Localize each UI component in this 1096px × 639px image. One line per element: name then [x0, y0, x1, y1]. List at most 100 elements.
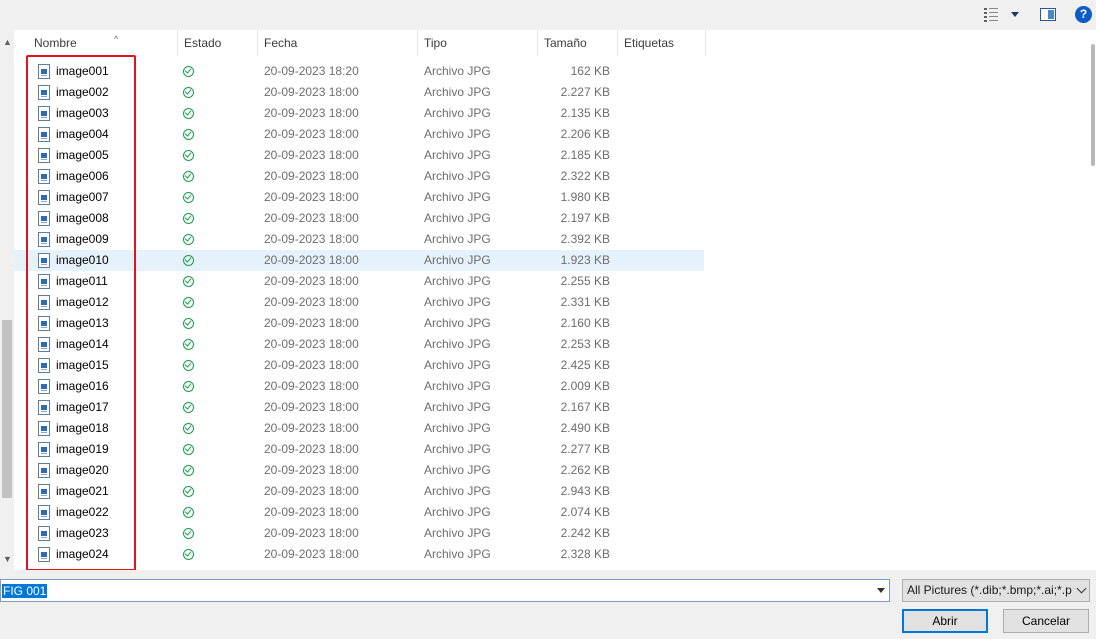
- file-name: image014: [56, 337, 109, 351]
- right-scrollbar[interactable]: [1089, 30, 1096, 570]
- scrollbar-thumb[interactable]: [1091, 44, 1095, 166]
- file-name: image009: [56, 232, 109, 246]
- file-date: 20-09-2023 18:00: [264, 379, 359, 393]
- chevron-down-icon[interactable]: [877, 588, 885, 593]
- file-size: 2.392 KB: [560, 232, 610, 246]
- sync-ok-icon: [183, 507, 194, 518]
- file-row[interactable]: image007 20-09-2023 18:00 Archivo JPG 1.980…: [14, 187, 704, 208]
- file-row[interactable]: image015 20-09-2023 18:00 Archivo JPG 2.425…: [14, 355, 704, 376]
- file-row[interactable]: image004 20-09-2023 18:00 Archivo JPG 2.206…: [14, 124, 704, 145]
- file-row[interactable]: image014 20-09-2023 18:00 Archivo JPG 2.253…: [14, 334, 704, 355]
- sync-ok-icon: [183, 318, 194, 329]
- file-date: 20-09-2023 18:00: [264, 295, 359, 309]
- file-row[interactable]: image010 20-09-2023 18:00 Archivo JPG 1.923…: [14, 250, 704, 271]
- column-header-size[interactable]: Tamaño: [538, 30, 618, 56]
- file-name: image024: [56, 547, 109, 561]
- sort-ascending-icon: ^: [114, 34, 119, 44]
- file-size: 2.253 KB: [560, 337, 610, 351]
- chevron-down-icon[interactable]: [1011, 12, 1019, 17]
- file-date: 20-09-2023 18:00: [264, 106, 359, 120]
- view-options-button[interactable]: [984, 7, 1020, 23]
- file-row[interactable]: image008 20-09-2023 18:00 Archivo JPG 2.197…: [14, 208, 704, 229]
- preview-pane-icon[interactable]: [1040, 8, 1056, 21]
- file-row[interactable]: image003 20-09-2023 18:00 Archivo JPG 2.135…: [14, 103, 704, 124]
- file-row[interactable]: image023 20-09-2023 18:00 Archivo JPG 2.242…: [14, 523, 704, 544]
- file-size: 2.943 KB: [560, 484, 610, 498]
- sync-ok-icon: [183, 234, 194, 245]
- file-date: 20-09-2023 18:00: [264, 484, 359, 498]
- file-row[interactable]: image006 20-09-2023 18:00 Archivo JPG 2.322…: [14, 166, 704, 187]
- scroll-down-icon[interactable]: ▼: [3, 554, 12, 564]
- file-name: image003: [56, 106, 109, 120]
- file-row[interactable]: image011 20-09-2023 18:00 Archivo JPG 2.255…: [14, 271, 704, 292]
- file-row[interactable]: image020 20-09-2023 18:00 Archivo JPG 2.262…: [14, 460, 704, 481]
- image-file-icon: [38, 106, 50, 121]
- sync-ok-icon: [183, 213, 194, 224]
- file-name: image020: [56, 463, 109, 477]
- file-name: image016: [56, 379, 109, 393]
- file-size: 1.980 KB: [560, 190, 610, 204]
- file-type: Archivo JPG: [424, 232, 491, 246]
- filename-input[interactable]: FIG 001: [0, 579, 890, 602]
- file-row[interactable]: image021 20-09-2023 18:00 Archivo JPG 2.943…: [14, 481, 704, 502]
- file-row[interactable]: image005 20-09-2023 18:00 Archivo JPG 2.185…: [14, 145, 704, 166]
- column-header-date[interactable]: Fecha: [258, 30, 418, 56]
- file-name: image010: [56, 253, 109, 267]
- file-name: image021: [56, 484, 109, 498]
- file-name: image013: [56, 316, 109, 330]
- file-row[interactable]: image012 20-09-2023 18:00 Archivo JPG 2.331…: [14, 292, 704, 313]
- file-row[interactable]: image017 20-09-2023 18:00 Archivo JPG 2.167…: [14, 397, 704, 418]
- file-size: 162 KB: [570, 64, 610, 78]
- file-type: Archivo JPG: [424, 316, 491, 330]
- sync-ok-icon: [183, 339, 194, 350]
- column-header-tags[interactable]: Etiquetas: [618, 30, 706, 56]
- file-name: image017: [56, 400, 109, 414]
- sync-ok-icon: [183, 486, 194, 497]
- scrollbar-thumb[interactable]: [2, 320, 12, 498]
- file-type: Archivo JPG: [424, 337, 491, 351]
- file-type-filter-value: All Pictures (*.dib;*.bmp;*.ai;*.p: [907, 583, 1072, 597]
- file-row[interactable]: image001 20-09-2023 18:20 Archivo JPG 162 K…: [14, 61, 704, 82]
- image-file-icon: [38, 148, 50, 163]
- file-date: 20-09-2023 18:00: [264, 547, 359, 561]
- file-date: 20-09-2023 18:00: [264, 127, 359, 141]
- sync-ok-icon: [183, 402, 194, 413]
- sync-ok-icon: [183, 423, 194, 434]
- file-date: 20-09-2023 18:00: [264, 358, 359, 372]
- file-row[interactable]: image009 20-09-2023 18:00 Archivo JPG 2.392…: [14, 229, 704, 250]
- left-scrollbar[interactable]: ▲ ▼: [0, 30, 14, 570]
- file-type: Archivo JPG: [424, 400, 491, 414]
- file-type: Archivo JPG: [424, 505, 491, 519]
- file-size: 2.255 KB: [560, 274, 610, 288]
- sync-ok-icon: [183, 108, 194, 119]
- file-date: 20-09-2023 18:00: [264, 148, 359, 162]
- file-name: image008: [56, 211, 109, 225]
- scroll-up-icon[interactable]: ▲: [3, 37, 12, 47]
- cancel-button[interactable]: Cancelar: [1003, 609, 1089, 633]
- file-row[interactable]: image019 20-09-2023 18:00 Archivo JPG 2.277…: [14, 439, 704, 460]
- file-type: Archivo JPG: [424, 253, 491, 267]
- bottom-bar: FIG 001 All Pictures (*.dib;*.bmp;*.ai;*…: [0, 570, 1096, 639]
- image-file-icon: [38, 442, 50, 457]
- sync-ok-icon: [183, 549, 194, 560]
- file-row[interactable]: image002 20-09-2023 18:00 Archivo JPG 2.227…: [14, 82, 704, 103]
- column-header-type[interactable]: Tipo: [418, 30, 538, 56]
- file-date: 20-09-2023 18:00: [264, 253, 359, 267]
- image-file-icon: [38, 484, 50, 499]
- column-header-status[interactable]: Estado: [178, 30, 258, 56]
- file-size: 2.009 KB: [560, 379, 610, 393]
- column-header-name[interactable]: Nombre ^: [28, 30, 178, 56]
- file-row[interactable]: image022 20-09-2023 18:00 Archivo JPG 2.074…: [14, 502, 704, 523]
- file-type-filter-select[interactable]: All Pictures (*.dib;*.bmp;*.ai;*.p: [902, 579, 1090, 602]
- help-icon[interactable]: ?: [1075, 6, 1092, 23]
- file-row[interactable]: image016 20-09-2023 18:00 Archivo JPG 2.009…: [14, 376, 704, 397]
- file-date: 20-09-2023 18:00: [264, 169, 359, 183]
- file-row[interactable]: image024 20-09-2023 18:00 Archivo JPG 2.328…: [14, 544, 704, 565]
- open-button[interactable]: Abrir: [902, 609, 988, 633]
- file-type: Archivo JPG: [424, 379, 491, 393]
- file-date: 20-09-2023 18:00: [264, 421, 359, 435]
- image-file-icon: [38, 379, 50, 394]
- file-row[interactable]: image018 20-09-2023 18:00 Archivo JPG 2.490…: [14, 418, 704, 439]
- file-size: 2.322 KB: [560, 169, 610, 183]
- file-row[interactable]: image013 20-09-2023 18:00 Archivo JPG 2.160…: [14, 313, 704, 334]
